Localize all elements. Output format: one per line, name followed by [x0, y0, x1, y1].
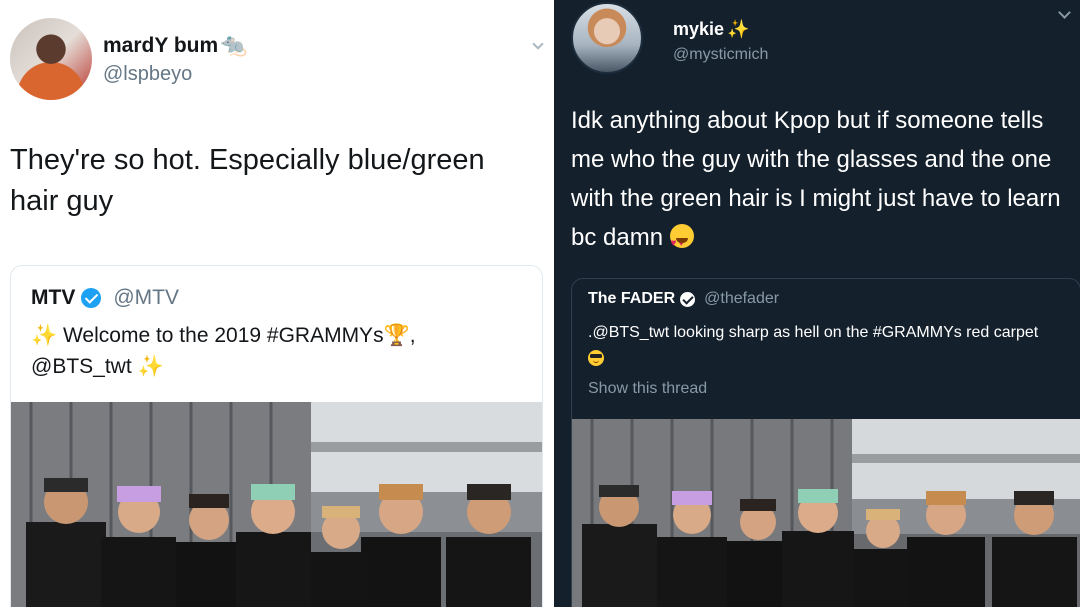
author-avatar[interactable] — [10, 18, 92, 100]
quoted-text-tail: , — [409, 324, 416, 347]
panel-divider — [545, 0, 554, 607]
author-avatar[interactable] — [571, 2, 643, 74]
author-name[interactable]: mykie ✨ — [673, 19, 749, 40]
quoted-author-handle[interactable]: @thefader — [704, 290, 779, 308]
author-name-text[interactable]: mardY bum — [103, 34, 218, 57]
verified-badge-icon — [680, 291, 696, 307]
author-name-text[interactable]: mykie — [673, 19, 724, 39]
author-handle[interactable]: @mysticmich — [673, 46, 768, 64]
sparkles-icon: ✨ — [137, 355, 164, 378]
author-handle[interactable]: @lspbeyo — [103, 63, 192, 86]
sparkles-icon: ✨ — [727, 19, 750, 39]
chevron-down-icon[interactable] — [1058, 6, 1071, 19]
quoted-author-handle[interactable]: @MTV — [113, 286, 179, 310]
left-tweet-card: mardY bum🐀 @lspbeyo They're so hot. Espe… — [0, 0, 545, 607]
verified-badge-icon — [81, 288, 102, 308]
right-tweet-card: mykie ✨ @mysticmich Idk anything about Kp… — [554, 0, 1080, 607]
trophy-icon: 🏆 — [383, 324, 410, 347]
sparkles-icon: ✨ — [31, 324, 58, 347]
heart-eyes-emoji-icon — [669, 223, 694, 263]
quoted-text-content: .@BTS_twt looking sharp as hell on the #… — [588, 324, 1039, 341]
quoted-tweet-header: The FADER @thefader — [588, 290, 779, 308]
quoted-tweet-text: .@BTS_twt looking sharp as hell on the #… — [588, 319, 1058, 373]
quoted-tweet-header: MTV @MTV — [31, 286, 179, 310]
tweet-text: They're so hot. Especially blue/green ha… — [10, 144, 485, 217]
quoted-author-name[interactable]: The FADER — [588, 290, 675, 308]
rat-emoji-icon: 🐀 — [220, 32, 248, 57]
quoted-tweet-photo[interactable] — [572, 419, 1080, 607]
tweet-text-content: Idk anything about Kpop but if someone t… — [571, 107, 1061, 251]
sunglasses-emoji-icon — [588, 349, 604, 366]
quoted-tweet[interactable]: MTV @MTV ✨ Welcome to the 2019 #GRAMMYs🏆… — [10, 265, 543, 607]
quoted-text-mention[interactable]: @BTS_twt — [31, 355, 132, 378]
quoted-tweet[interactable]: The FADER @thefader .@BTS_twt looking sh… — [571, 278, 1080, 607]
quoted-tweet-text: ✨ Welcome to the 2019 #GRAMMYs🏆, @BTS_tw… — [31, 320, 531, 382]
quoted-tweet-photo[interactable] — [11, 402, 543, 607]
quoted-author-name[interactable]: MTV — [31, 286, 75, 310]
chevron-down-icon[interactable] — [532, 38, 544, 50]
quoted-text-main: Welcome to the 2019 #GRAMMYs — [57, 324, 384, 347]
tweet-text: Idk anything about Kpop but if someone t… — [571, 101, 1076, 263]
author-name[interactable]: mardY bum🐀 — [103, 32, 248, 58]
show-thread-link[interactable]: Show this thread — [588, 380, 707, 398]
